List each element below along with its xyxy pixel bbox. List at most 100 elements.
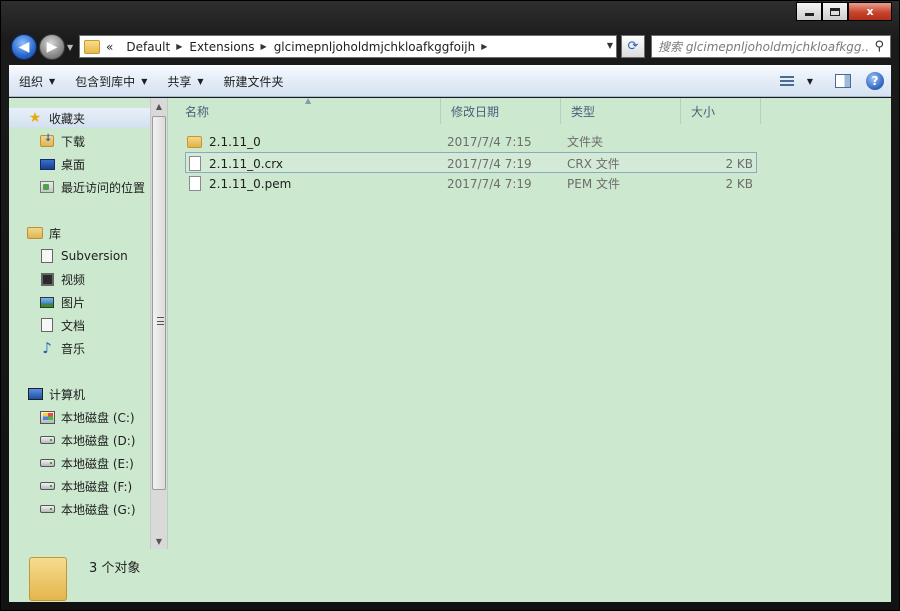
preview-pane-icon	[835, 74, 851, 88]
help-icon: ?	[866, 72, 884, 90]
preview-pane-button[interactable]	[831, 70, 855, 92]
file-type: CRX 文件	[567, 157, 620, 171]
file-icon	[189, 176, 201, 191]
view-list-icon	[780, 76, 794, 86]
breadcrumb: « Default ▶ Extensions ▶ glcimepnljohold…	[106, 40, 494, 54]
breadcrumb-overflow[interactable]: «	[106, 40, 113, 54]
breadcrumb-extensions[interactable]: Extensions	[189, 40, 254, 54]
column-size-label: 大小	[691, 104, 716, 119]
chevron-down-icon[interactable]: ▼	[607, 41, 613, 50]
breadcrumb-default[interactable]: Default	[126, 40, 170, 54]
change-view-button[interactable]	[775, 70, 799, 92]
nav-item-drive-e[interactable]: 本地磁盘 (E:)	[39, 453, 134, 473]
nav-item-downloads[interactable]: 下载	[39, 131, 85, 151]
caption-buttons: x	[796, 2, 892, 22]
nav-item-label: 本地磁盘 (E:)	[61, 456, 134, 471]
column-modified[interactable]: 修改日期	[441, 98, 561, 124]
grip-icon	[157, 317, 164, 325]
column-size[interactable]: 大小	[681, 98, 761, 124]
navigation-scrollbar[interactable]: ▲ ▼	[150, 98, 167, 549]
minimize-button[interactable]	[796, 2, 822, 21]
nav-item-label: 本地磁盘 (D:)	[61, 433, 136, 448]
pane-splitter[interactable]	[167, 98, 175, 549]
file-type: PEM 文件	[567, 177, 620, 191]
file-row[interactable]: 2.1.11_0.pem 2017/7/4 7:19 PEM 文件 2 KB	[185, 173, 757, 194]
column-type-label: 类型	[571, 104, 596, 119]
nav-item-label: 视频	[61, 272, 86, 287]
file-name: 2.1.11_0.pem	[209, 176, 292, 191]
refresh-icon: ⟳	[627, 39, 639, 54]
column-name-label: 名称	[185, 104, 210, 119]
chevron-right-icon[interactable]: ▶	[176, 42, 182, 51]
drive-icon	[39, 459, 55, 467]
chevron-down-icon: ▼	[49, 76, 56, 86]
item-count: 3 个对象	[89, 561, 141, 576]
new-folder-label: 新建文件夹	[223, 74, 284, 89]
nav-item-label: 桌面	[61, 157, 86, 172]
include-in-library-menu[interactable]: 包含到库中 ▼	[65, 66, 157, 96]
nav-item-pictures[interactable]: 图片	[39, 292, 85, 312]
help-button[interactable]: ?	[863, 70, 887, 92]
file-name: 2.1.11_0.crx	[209, 156, 283, 171]
close-button[interactable]: x	[848, 2, 892, 21]
address-bar[interactable]: « Default ▶ Extensions ▶ glcimepnljohold…	[79, 35, 617, 58]
nav-item-documents[interactable]: 文档	[39, 315, 85, 335]
drive-icon	[39, 482, 55, 490]
file-size: 2 KB	[725, 156, 753, 171]
maximize-button[interactable]	[822, 2, 848, 21]
organize-menu[interactable]: 组织 ▼	[9, 66, 65, 96]
search-icon[interactable]: ⚲	[874, 39, 884, 54]
view-options-dropdown[interactable]: ▼	[803, 70, 817, 92]
nav-item-music[interactable]: ♪ 音乐	[39, 338, 85, 358]
recent-places-icon	[40, 181, 54, 193]
nav-item-videos[interactable]: 视频	[39, 269, 85, 289]
back-button[interactable]: ◀	[11, 34, 37, 60]
column-type[interactable]: 类型	[561, 98, 681, 124]
nav-item-label: 下载	[61, 134, 86, 149]
nav-computer-label: 计算机	[49, 387, 86, 402]
scroll-down-arrow[interactable]: ▼	[151, 533, 167, 549]
navigation-pane: ★ 收藏夹 下载 桌面 最近访问的位置 库 Subversion	[9, 98, 150, 549]
nav-item-label: 本地磁盘 (C:)	[61, 410, 135, 425]
nav-item-drive-d[interactable]: 本地磁盘 (D:)	[39, 430, 135, 450]
folder-icon	[84, 39, 100, 54]
file-modified: 2017/7/4 7:19	[447, 156, 532, 171]
nav-libraries[interactable]: 库	[27, 223, 61, 243]
folder-icon	[187, 135, 202, 148]
nav-item-drive-g[interactable]: 本地磁盘 (G:)	[39, 499, 136, 519]
drive-icon	[39, 436, 55, 444]
content-area: ★ 收藏夹 下载 桌面 最近访问的位置 库 Subversion	[9, 96, 891, 602]
command-bar: 组织 ▼ 包含到库中 ▼ 共享 ▼ 新建文件夹 ▼ ?	[9, 65, 891, 97]
column-name[interactable]: 名称	[175, 98, 441, 124]
recent-pages-dropdown[interactable]: ▼	[67, 43, 73, 52]
document-icon	[41, 249, 53, 263]
nav-favorites[interactable]: ★ 收藏夹	[9, 108, 150, 128]
picture-icon	[40, 296, 54, 308]
new-folder-button[interactable]: 新建文件夹	[214, 66, 294, 96]
search-input[interactable]: 搜索 glcimepnljoholdmjchkloafkgg... ⚲	[651, 35, 891, 58]
nav-computer[interactable]: 计算机	[27, 384, 85, 404]
nav-item-drive-c[interactable]: 本地磁盘 (C:)	[39, 407, 135, 427]
document-icon	[41, 318, 53, 332]
forward-button[interactable]: ▶	[39, 34, 65, 60]
refresh-button[interactable]: ⟳	[621, 35, 645, 58]
nav-item-desktop[interactable]: 桌面	[39, 154, 85, 174]
organize-label: 组织	[19, 74, 44, 89]
computer-icon	[27, 388, 43, 400]
nav-item-label: 音乐	[61, 341, 86, 356]
nav-item-label: 本地磁盘 (F:)	[61, 479, 133, 494]
column-modified-label: 修改日期	[451, 104, 500, 119]
nav-item-recent-places[interactable]: 最近访问的位置	[39, 177, 145, 197]
share-menu[interactable]: 共享 ▼	[157, 66, 213, 96]
scrollbar-thumb[interactable]	[152, 116, 166, 490]
breadcrumb-extension-id[interactable]: glcimepnljoholdmjchkloafkggfoijh	[274, 40, 476, 54]
forward-arrow-icon: ▶	[46, 39, 58, 55]
chevron-right-icon[interactable]: ▶	[481, 42, 487, 51]
chevron-right-icon[interactable]: ▶	[261, 42, 267, 51]
file-row[interactable]: 2.1.11_0.crx 2017/7/4 7:19 CRX 文件 2 KB	[185, 152, 757, 173]
file-row[interactable]: 2.1.11_0 2017/7/4 7:15 文件夹	[185, 131, 757, 152]
scroll-up-arrow[interactable]: ▲	[151, 98, 167, 114]
nav-item-subversion[interactable]: Subversion	[39, 246, 128, 266]
nav-favorites-label: 收藏夹	[49, 111, 86, 126]
nav-item-drive-f[interactable]: 本地磁盘 (F:)	[39, 476, 132, 496]
